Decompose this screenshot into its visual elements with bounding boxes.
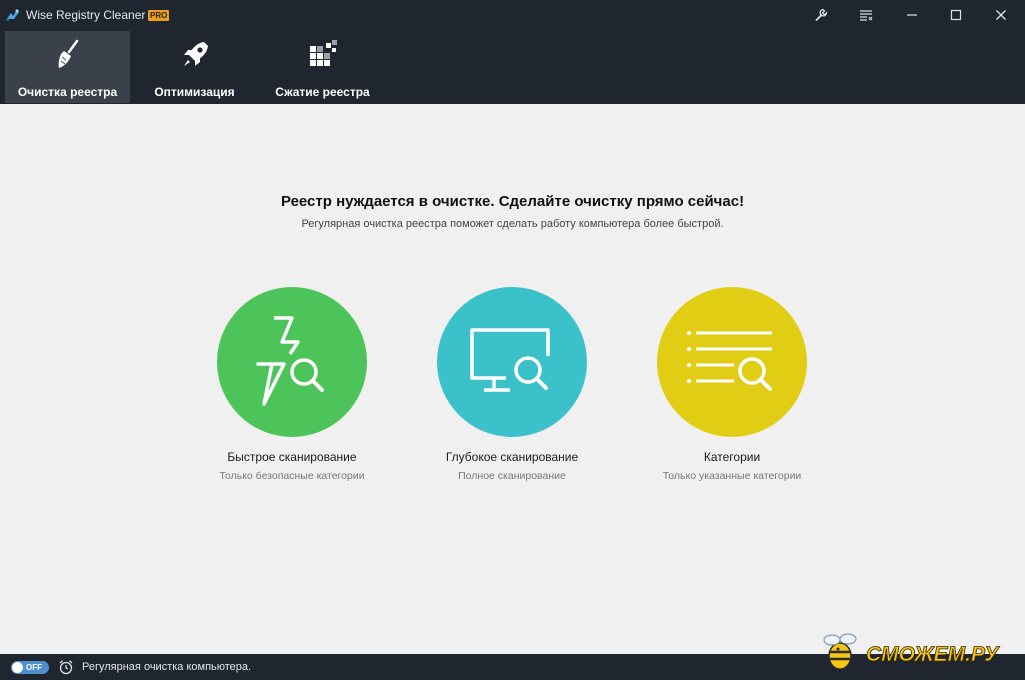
card-title: Категории xyxy=(703,450,761,464)
tab-label: Сжатие реестра xyxy=(275,85,370,99)
quick-scan-option[interactable]: Быстрое сканирование Только безопасные к… xyxy=(192,287,392,483)
compress-blocks-icon xyxy=(309,40,337,66)
menu-button[interactable] xyxy=(844,0,888,30)
card-title: Быстрое сканирование xyxy=(227,450,357,464)
broom-icon xyxy=(58,39,78,68)
monitor-search-icon xyxy=(470,328,550,392)
tab-optimization[interactable]: Оптимизация xyxy=(132,31,257,103)
lightning-search-icon xyxy=(256,316,324,406)
settings-button[interactable] xyxy=(799,0,843,30)
maximize-icon xyxy=(950,9,962,21)
menu-icon xyxy=(860,10,873,21)
categories-button[interactable] xyxy=(657,287,807,437)
page-subline: Регулярная очистка реестра поможет сдела… xyxy=(301,218,724,230)
close-button[interactable] xyxy=(979,0,1023,30)
card-title: Глубокое сканирование xyxy=(445,450,579,464)
tab-registry-defrag[interactable]: Сжатие реестра xyxy=(260,31,385,103)
wrench-icon xyxy=(815,8,828,22)
watermark-logo: СМОЖЕМ.РУ xyxy=(823,633,1001,670)
top-bar: Wise Registry Cleaner X PRO Очистка реес… xyxy=(0,0,1025,104)
tab-registry-cleaner[interactable]: Очистка реестра xyxy=(5,31,130,103)
tab-label: Оптимизация xyxy=(154,85,235,99)
page-headline: Реестр нуждается в очистке. Сделайте очи… xyxy=(280,193,745,210)
deep-scan-option[interactable]: Глубокое сканирование Полное сканировани… xyxy=(412,287,612,483)
list-search-icon xyxy=(687,331,772,391)
schedule-toggle[interactable]: OFF xyxy=(11,661,49,674)
quick-scan-button[interactable] xyxy=(217,287,367,437)
toggle-knob xyxy=(12,662,23,673)
main-content: Реестр нуждается в очистке. Сделайте очи… xyxy=(0,104,1025,654)
status-text: Регулярная очистка компьютера. xyxy=(82,661,252,673)
app-logo-icon xyxy=(6,9,19,21)
maximize-button[interactable] xyxy=(934,0,978,30)
card-subtitle: Только безопасные категории xyxy=(219,470,365,482)
card-subtitle: Полное сканирование xyxy=(458,470,566,482)
card-subtitle: Только указанные категории xyxy=(662,470,802,482)
watermark-text: СМОЖЕМ.РУ xyxy=(866,643,1000,666)
app-title: Wise Registry Cleaner X xyxy=(26,8,157,22)
title-bar: Wise Registry Cleaner X PRO xyxy=(0,0,1025,30)
minimize-icon xyxy=(907,14,917,16)
toggle-state: OFF xyxy=(26,663,42,672)
tab-label: Очистка реестра xyxy=(17,85,118,99)
alarm-clock-icon[interactable] xyxy=(58,659,74,675)
categories-option[interactable]: Категории Только указанные категории xyxy=(632,287,832,483)
pro-badge: PRO xyxy=(148,10,170,21)
deep-scan-button[interactable] xyxy=(437,287,587,437)
minimize-button[interactable] xyxy=(890,0,934,30)
close-icon xyxy=(996,10,1006,20)
rocket-icon xyxy=(183,42,208,66)
